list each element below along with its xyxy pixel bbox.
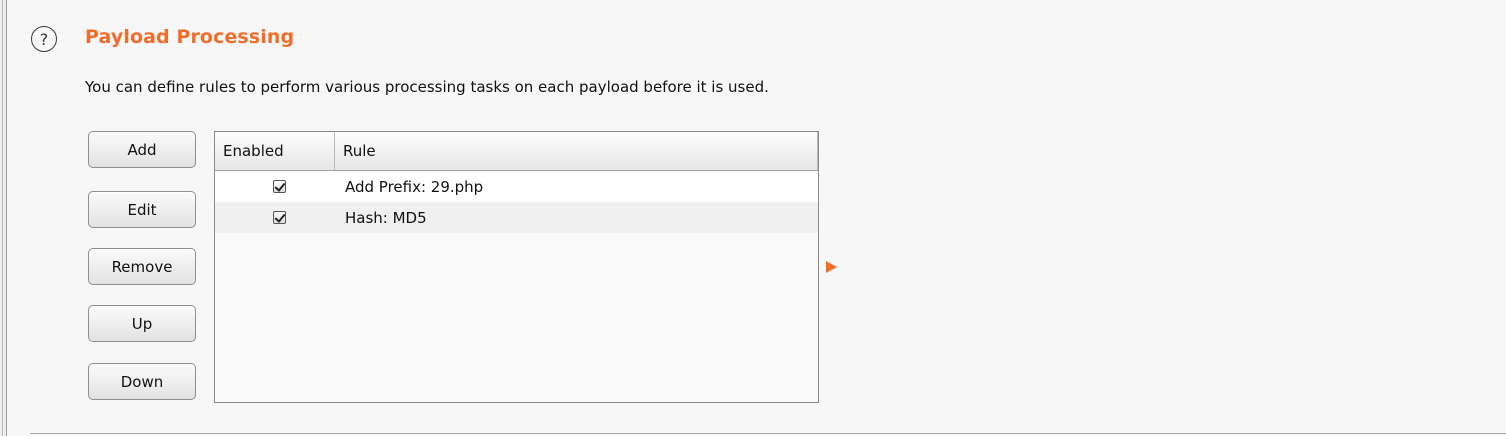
- table-header: Enabled Rule: [215, 132, 818, 171]
- table-row[interactable]: Hash: MD5: [215, 202, 818, 233]
- up-button[interactable]: Up: [88, 305, 196, 342]
- remove-button[interactable]: Remove: [88, 248, 196, 285]
- edit-button[interactable]: Edit: [88, 191, 196, 228]
- table-row[interactable]: Add Prefix: 29.php: [215, 171, 818, 202]
- rule-cell: Add Prefix: 29.php: [345, 177, 484, 196]
- column-header-enabled[interactable]: Enabled: [215, 132, 335, 170]
- payload-processing-panel: ? Payload Processing You can define rule…: [0, 0, 1506, 436]
- help-question-icon[interactable]: ?: [31, 26, 57, 52]
- enabled-checkbox[interactable]: [272, 211, 286, 224]
- enabled-cell: [215, 180, 335, 193]
- enabled-checkbox[interactable]: [272, 180, 286, 193]
- rules-table: Enabled Rule Add Prefix: 29.php Hash: MD…: [214, 131, 819, 403]
- left-frame-border: [0, 0, 7, 436]
- rule-cell: Hash: MD5: [345, 208, 427, 227]
- enabled-cell: [215, 211, 335, 224]
- section-divider: [30, 433, 1506, 434]
- section-description: You can define rules to perform various …: [85, 78, 769, 96]
- add-button[interactable]: Add: [88, 131, 196, 168]
- down-button[interactable]: Down: [88, 363, 196, 400]
- column-header-rule[interactable]: Rule: [335, 132, 818, 170]
- expand-arrow-icon[interactable]: [826, 261, 837, 273]
- section-title: Payload Processing: [85, 26, 295, 48]
